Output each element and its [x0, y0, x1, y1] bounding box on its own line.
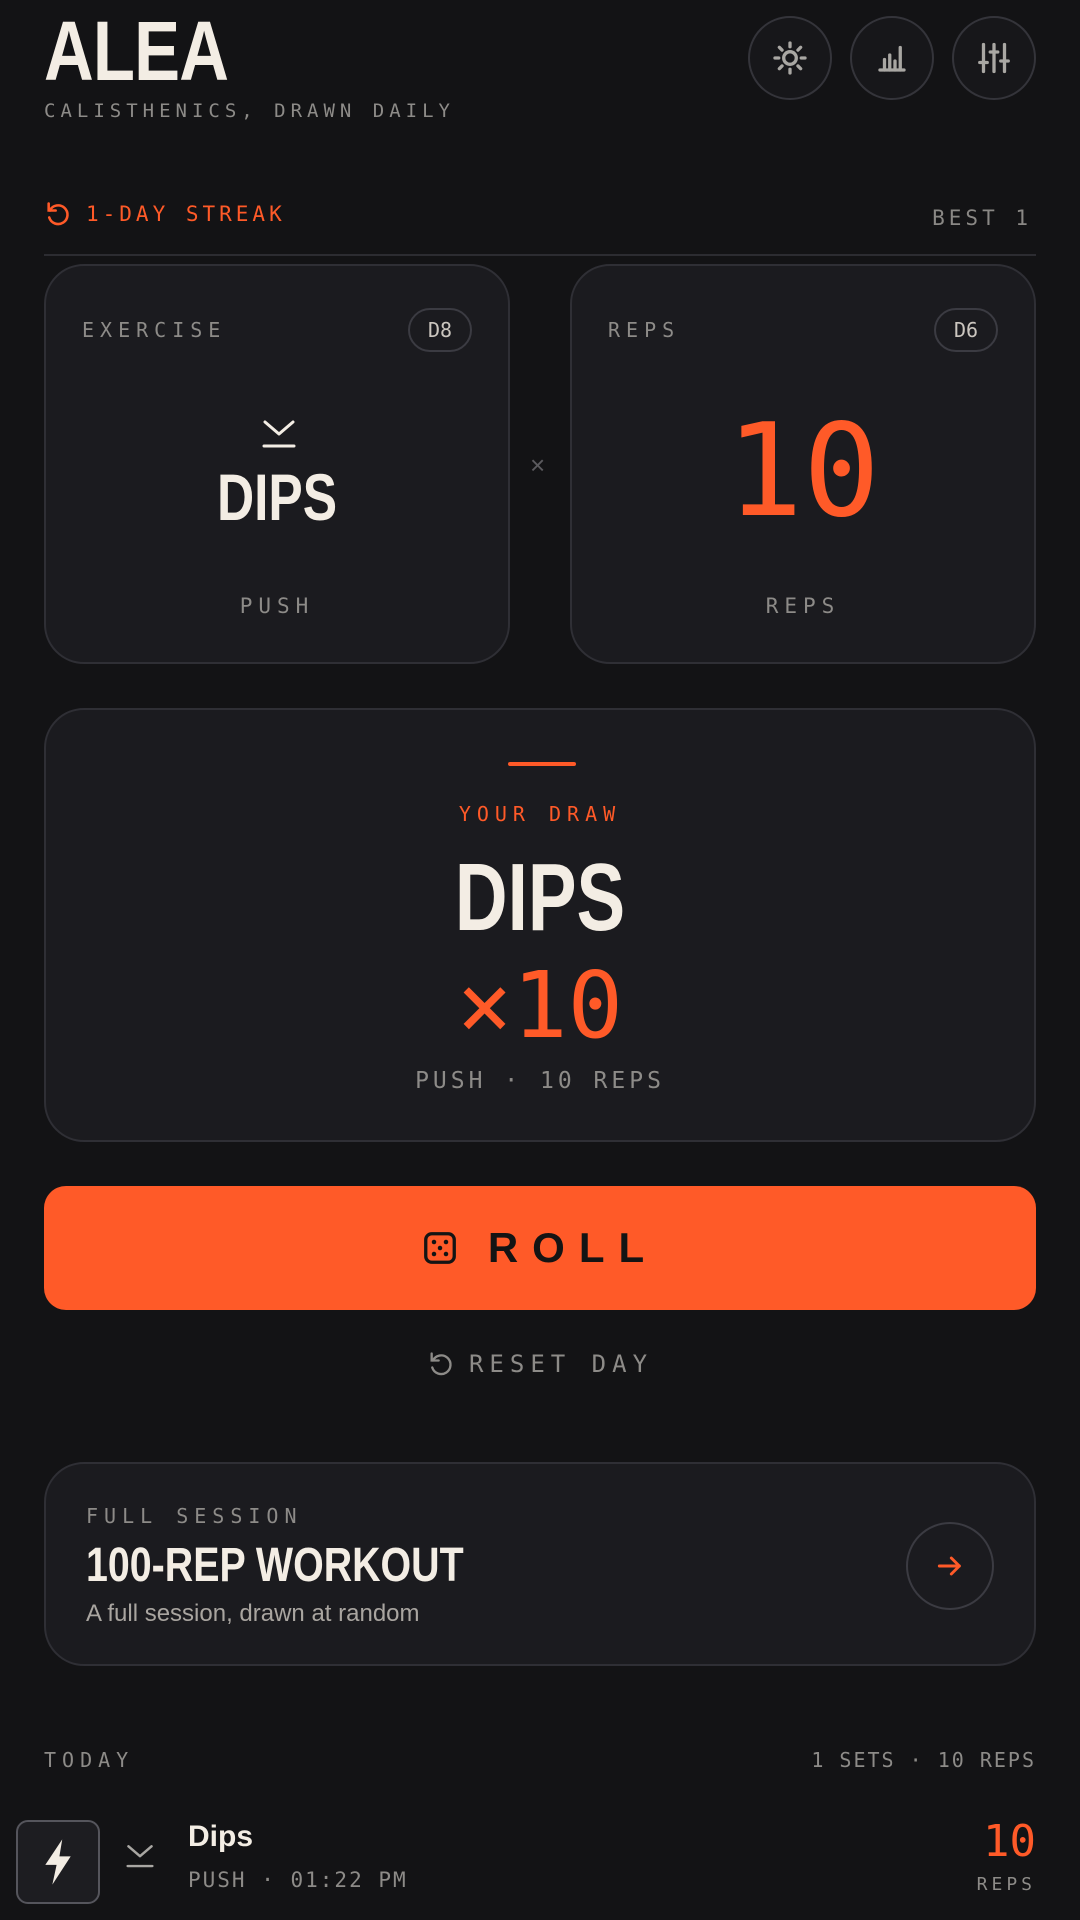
theme-toggle-button[interactable] [748, 16, 832, 100]
entry-reps-unit: REPS [976, 1874, 1036, 1895]
draw-label: YOUR DRAW [458, 802, 622, 826]
refresh-icon [47, 202, 69, 226]
bar-chart-icon [878, 45, 906, 72]
session-title: 100-REP WORKOUT [86, 1539, 464, 1592]
settings-button[interactable] [952, 16, 1036, 100]
reps-card[interactable]: REPS D6 10 REPS [570, 264, 1036, 664]
exercise-card[interactable]: EXERCISE D8 DIPS PUSH [44, 264, 510, 664]
roll-button[interactable]: ROLL [44, 1186, 1036, 1310]
arrow-right-icon [937, 1556, 961, 1576]
exercise-category: PUSH [239, 594, 315, 618]
exercise-card-label: EXERCISE [82, 318, 227, 342]
exercise-name: DIPS [216, 460, 338, 534]
entry-meta: PUSH · 01:22 PM [188, 1868, 408, 1892]
app-title: ALEA [44, 4, 229, 98]
undo-icon [430, 1352, 452, 1376]
quick-log-button[interactable] [16, 1820, 100, 1904]
reps-value: 10 [725, 397, 881, 546]
reset-day-button[interactable]: RESET DAY [0, 1350, 1080, 1378]
dice-icon [423, 1232, 456, 1264]
roll-label: ROLL [487, 1224, 659, 1271]
draw-multiplier: ×10 [456, 952, 624, 1059]
streak-indicator: 1-DAY STREAK [44, 200, 286, 228]
sliders-icon [978, 42, 1010, 74]
sun-icon [773, 41, 807, 75]
divider [44, 254, 1036, 256]
reps-unit: REPS [765, 594, 841, 618]
entry-name: Dips [188, 1820, 254, 1853]
session-description: A full session, drawn at random [86, 1600, 420, 1627]
best-streak: BEST 1 [932, 206, 1032, 230]
session-eyebrow: FULL SESSION [86, 1504, 303, 1528]
exercise-icon [262, 420, 296, 448]
app-tagline: CALISTHENICS, DRAWN DAILY [44, 100, 455, 122]
session-start-button[interactable] [906, 1522, 994, 1610]
today-label: TODAY [44, 1748, 135, 1772]
today-stats: 1 SETS · 10 REPS [811, 1748, 1036, 1772]
entry-reps: 10 [983, 1816, 1036, 1867]
reset-day-label: RESET DAY [468, 1350, 654, 1378]
draw-summary: PUSH · 10 REPS [415, 1068, 665, 1094]
lightning-icon [45, 1839, 71, 1885]
accent-line [508, 762, 576, 766]
die-badge: D6 [934, 308, 998, 352]
exercise-icon [126, 1845, 154, 1868]
full-session-card[interactable]: FULL SESSION 100-REP WORKOUT A full sess… [44, 1462, 1036, 1666]
multiply-separator: × [530, 450, 546, 480]
draw-exercise: DIPS [454, 844, 626, 951]
die-badge: D8 [408, 308, 472, 352]
stats-button[interactable] [850, 16, 934, 100]
draw-result-card: YOUR DRAW DIPS ×10 PUSH · 10 REPS [44, 708, 1036, 1142]
streak-label: 1-DAY STREAK [86, 202, 286, 226]
list-item[interactable]: Dips PUSH · 01:22 PM 10 REPS [120, 1816, 1036, 1910]
reps-card-label: REPS [608, 318, 681, 342]
